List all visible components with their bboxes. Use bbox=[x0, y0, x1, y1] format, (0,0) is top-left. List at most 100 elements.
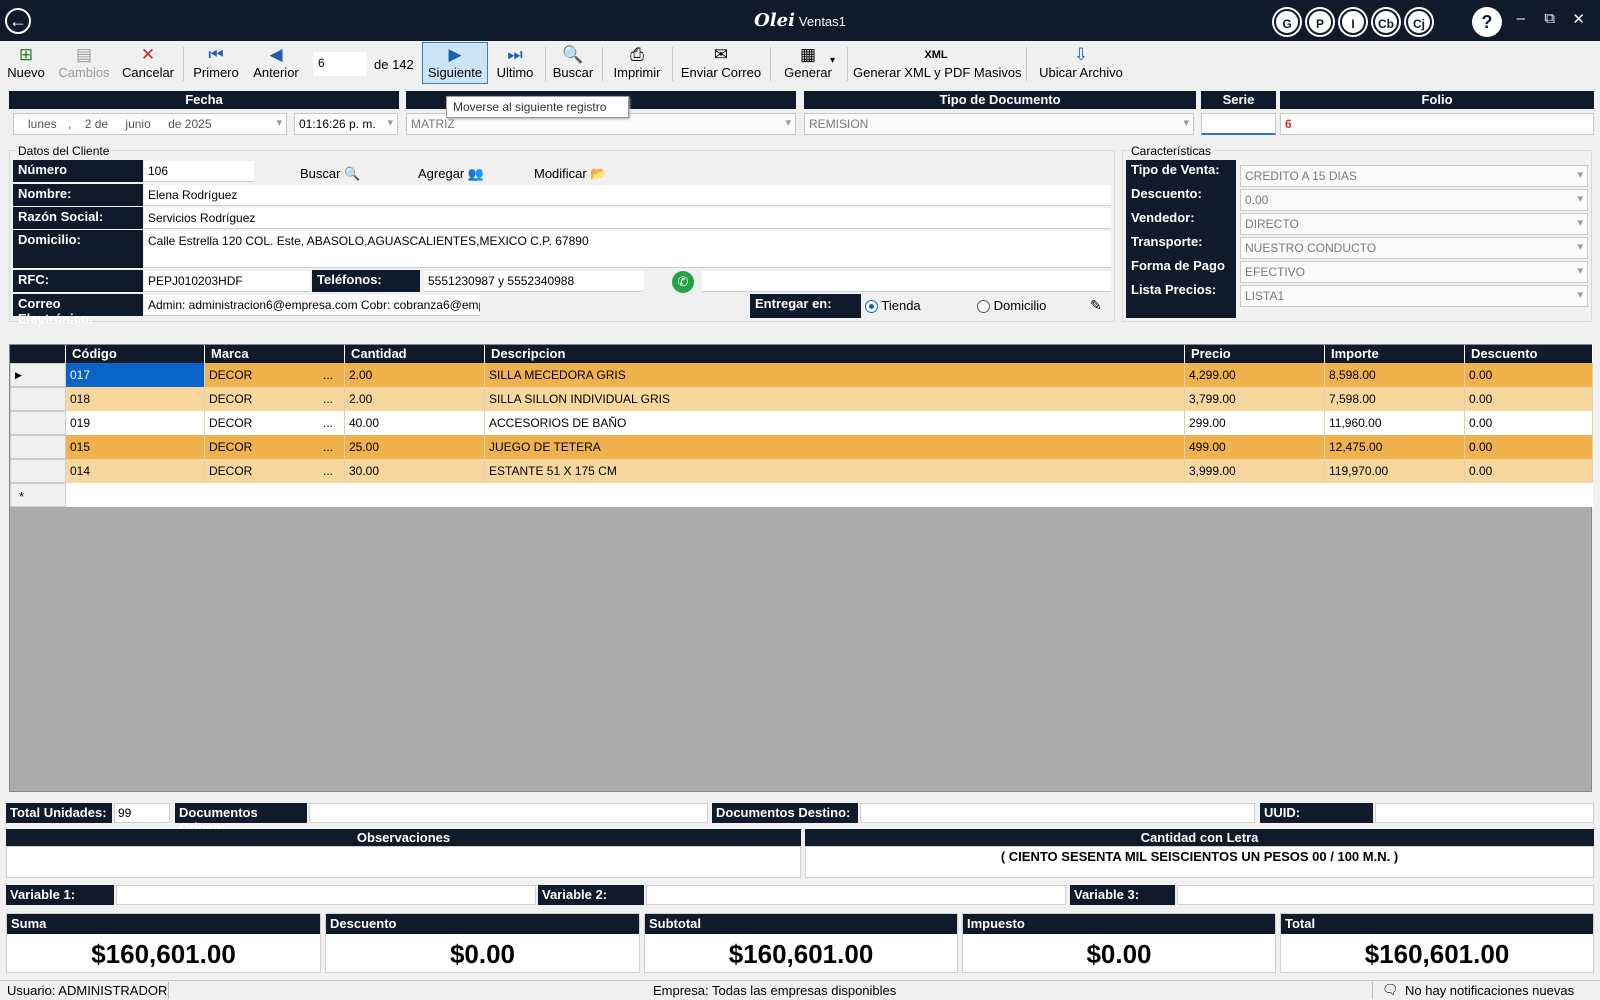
cell-codigo[interactable]: 015 bbox=[66, 435, 205, 459]
col-marca[interactable]: Marca bbox=[205, 345, 345, 363]
col-precio[interactable]: Precio bbox=[1185, 345, 1325, 363]
uuid-value[interactable] bbox=[1375, 803, 1594, 823]
documentos-origen-value[interactable] bbox=[309, 803, 708, 823]
marca-ellipsis-button[interactable]: ... bbox=[323, 416, 333, 430]
cell-descripcion[interactable]: ACCESORIOS DE BAÑO bbox=[485, 411, 1185, 435]
close-button[interactable]: ✕ bbox=[1572, 10, 1585, 28]
whatsapp-input[interactable] bbox=[702, 271, 1111, 292]
col-descuento[interactable]: Descuento bbox=[1465, 345, 1593, 363]
items-grid[interactable]: Código Marca Cantidad Descripcion Precio… bbox=[9, 344, 1593, 792]
cell-cantidad[interactable]: 30.00 bbox=[345, 459, 485, 483]
numero-input[interactable]: 106 bbox=[144, 161, 254, 182]
serie-input[interactable] bbox=[1201, 113, 1276, 135]
cell-descuento[interactable]: 0.00 bbox=[1465, 411, 1593, 435]
primero-button[interactable]: ⏮ Primero bbox=[191, 43, 241, 85]
col-cantidad[interactable]: Cantidad bbox=[345, 345, 485, 363]
tipo-venta-select[interactable]: CREDITO A 15 DIAS bbox=[1240, 165, 1588, 187]
cj-circle-icon[interactable]: Cj bbox=[1406, 9, 1432, 35]
notification-icon[interactable]: 🗨 bbox=[1382, 982, 1399, 998]
col-descripcion[interactable]: Descripcion bbox=[485, 345, 1185, 363]
cell-descripcion[interactable]: SILLA MECEDORA GRIS bbox=[485, 363, 1185, 387]
cell-descripcion[interactable]: ESTANTE 51 X 175 CM bbox=[485, 459, 1185, 483]
cell-codigo[interactable]: 018 bbox=[66, 387, 205, 411]
transporte-select[interactable]: NUESTRO CONDUCTO bbox=[1240, 237, 1588, 259]
cambios-button[interactable]: ▤ Cambios bbox=[55, 43, 113, 85]
lista-precios-select[interactable]: LISTA1 bbox=[1240, 285, 1588, 307]
cell-descuento[interactable]: 0.00 bbox=[1465, 435, 1593, 459]
tienda-radio[interactable]: Tienda bbox=[865, 298, 921, 314]
row-header[interactable]: ▶ bbox=[10, 363, 66, 387]
cell-descripcion[interactable]: SILLA SILLON INDIVIDUAL GRIS bbox=[485, 387, 1185, 411]
row-header[interactable] bbox=[10, 459, 66, 483]
observaciones-input[interactable] bbox=[6, 846, 801, 878]
generar-dropdown-arrow-icon[interactable]: ▾ bbox=[830, 55, 835, 66]
cell-descuento[interactable]: 0.00 bbox=[1465, 459, 1593, 483]
restore-button[interactable]: ⧉ bbox=[1544, 10, 1555, 27]
nuevo-button[interactable]: ⊞ Nuevo bbox=[5, 43, 47, 85]
cancelar-button[interactable]: ✕ Cancelar bbox=[121, 43, 175, 85]
domicilio-input[interactable]: Calle Estrella 120 COL. Este, ABASOLO,AG… bbox=[144, 231, 1111, 268]
modificar-cliente-link[interactable]: Modificar 📂 bbox=[534, 166, 607, 182]
buscar-cliente-link[interactable]: Buscar 🔍 bbox=[300, 166, 360, 182]
cell-codigo[interactable]: 017 bbox=[66, 363, 205, 387]
cell-codigo[interactable]: 014 bbox=[66, 459, 205, 483]
fecha-picker[interactable]: lunes , 2 de junio de 2025 bbox=[13, 113, 287, 135]
tipo-documento-select[interactable]: REMISION bbox=[804, 113, 1194, 135]
marca-ellipsis-button[interactable]: ... bbox=[323, 392, 333, 406]
forma-pago-select[interactable]: EFECTIVO bbox=[1240, 261, 1588, 283]
marca-ellipsis-button[interactable]: ... bbox=[323, 368, 333, 382]
cell-importe[interactable]: 8,598.00 bbox=[1325, 363, 1465, 387]
cell-cantidad[interactable]: 2.00 bbox=[345, 387, 485, 411]
cell-cantidad[interactable]: 25.00 bbox=[345, 435, 485, 459]
table-row[interactable]: 019 DECOR... 40.00 ACCESORIOS DE BAÑO 299.00… bbox=[10, 411, 1593, 435]
rfc-input[interactable]: PEPJ010203HDF bbox=[144, 271, 310, 292]
marca-ellipsis-button[interactable]: ... bbox=[323, 440, 333, 454]
i-circle-icon[interactable]: I bbox=[1340, 9, 1366, 35]
marca-ellipsis-button[interactable]: ... bbox=[323, 464, 333, 478]
agregar-cliente-link[interactable]: Agregar 👥 bbox=[418, 166, 484, 182]
p-circle-icon[interactable]: P bbox=[1307, 9, 1333, 35]
generar-xml-pdf-button[interactable]: XML Generar XML y PDF Masivos bbox=[853, 43, 1022, 85]
cell-importe[interactable]: 11,960.00 bbox=[1325, 411, 1465, 435]
razon-social-input[interactable]: Servicios Rodríguez bbox=[144, 208, 1111, 229]
nombre-input[interactable]: Elena Rodríguez bbox=[144, 185, 1111, 206]
folio-input[interactable]: 6 bbox=[1280, 113, 1594, 135]
cell-cantidad[interactable]: 2.00 bbox=[345, 363, 485, 387]
imprimir-button[interactable]: ⎙ Imprimir bbox=[609, 43, 665, 85]
telefonos-input[interactable]: 5551230987 y 5552340988 bbox=[424, 271, 644, 292]
cell-descripcion[interactable]: JUEGO DE TETERA bbox=[485, 435, 1185, 459]
cell-precio[interactable]: 3,799.00 bbox=[1185, 387, 1325, 411]
cell-precio[interactable]: 4,299.00 bbox=[1185, 363, 1325, 387]
new-row[interactable]: * bbox=[10, 483, 1593, 507]
buscar-button[interactable]: 🔍 Buscar bbox=[551, 43, 595, 85]
cell-descuento[interactable]: 0.00 bbox=[1465, 387, 1593, 411]
row-header[interactable] bbox=[10, 435, 66, 459]
help-icon[interactable]: ? bbox=[1472, 7, 1502, 37]
row-header[interactable] bbox=[10, 387, 66, 411]
ultimo-button[interactable]: ⏭ Ultimo bbox=[493, 43, 537, 85]
cell-precio[interactable]: 3,999.00 bbox=[1185, 459, 1325, 483]
table-row[interactable]: 018 DECOR... 2.00 SILLA SILLON INDIVIDUAL G… bbox=[10, 387, 1593, 411]
variable-1-input[interactable] bbox=[116, 885, 536, 905]
whatsapp-icon[interactable]: ✆ bbox=[672, 271, 694, 293]
cell-precio[interactable]: 299.00 bbox=[1185, 411, 1325, 435]
minimize-button[interactable]: – bbox=[1517, 10, 1525, 27]
cell-importe[interactable]: 7,598.00 bbox=[1325, 387, 1465, 411]
g-circle-icon[interactable]: G bbox=[1274, 9, 1300, 35]
cell-codigo[interactable]: 019 bbox=[66, 411, 205, 435]
col-importe[interactable]: Importe bbox=[1325, 345, 1465, 363]
row-header[interactable] bbox=[10, 411, 66, 435]
vendedor-select[interactable]: DIRECTO bbox=[1240, 213, 1588, 235]
col-codigo[interactable]: Código bbox=[66, 345, 205, 363]
documentos-destino-value[interactable] bbox=[860, 803, 1255, 823]
enviar-correo-button[interactable]: ✉ Enviar Correo bbox=[679, 43, 763, 85]
record-number-input[interactable]: 6 bbox=[313, 52, 367, 76]
hora-picker[interactable]: 01:16:26 p. m. bbox=[294, 113, 398, 135]
cell-cantidad[interactable]: 40.00 bbox=[345, 411, 485, 435]
ubicar-archivo-button[interactable]: ⇩ Ubicar Archivo bbox=[1033, 43, 1129, 85]
anterior-button[interactable]: ◀ Anterior bbox=[250, 43, 302, 85]
pencil-edit-icon[interactable]: ✎ bbox=[1090, 297, 1102, 314]
cell-precio[interactable]: 499.00 bbox=[1185, 435, 1325, 459]
table-row[interactable]: ▶ 017 DECOR... 2.00 SILLA MECEDORA GRIS 4,299… bbox=[10, 363, 1593, 387]
variable-2-input[interactable] bbox=[646, 885, 1066, 905]
